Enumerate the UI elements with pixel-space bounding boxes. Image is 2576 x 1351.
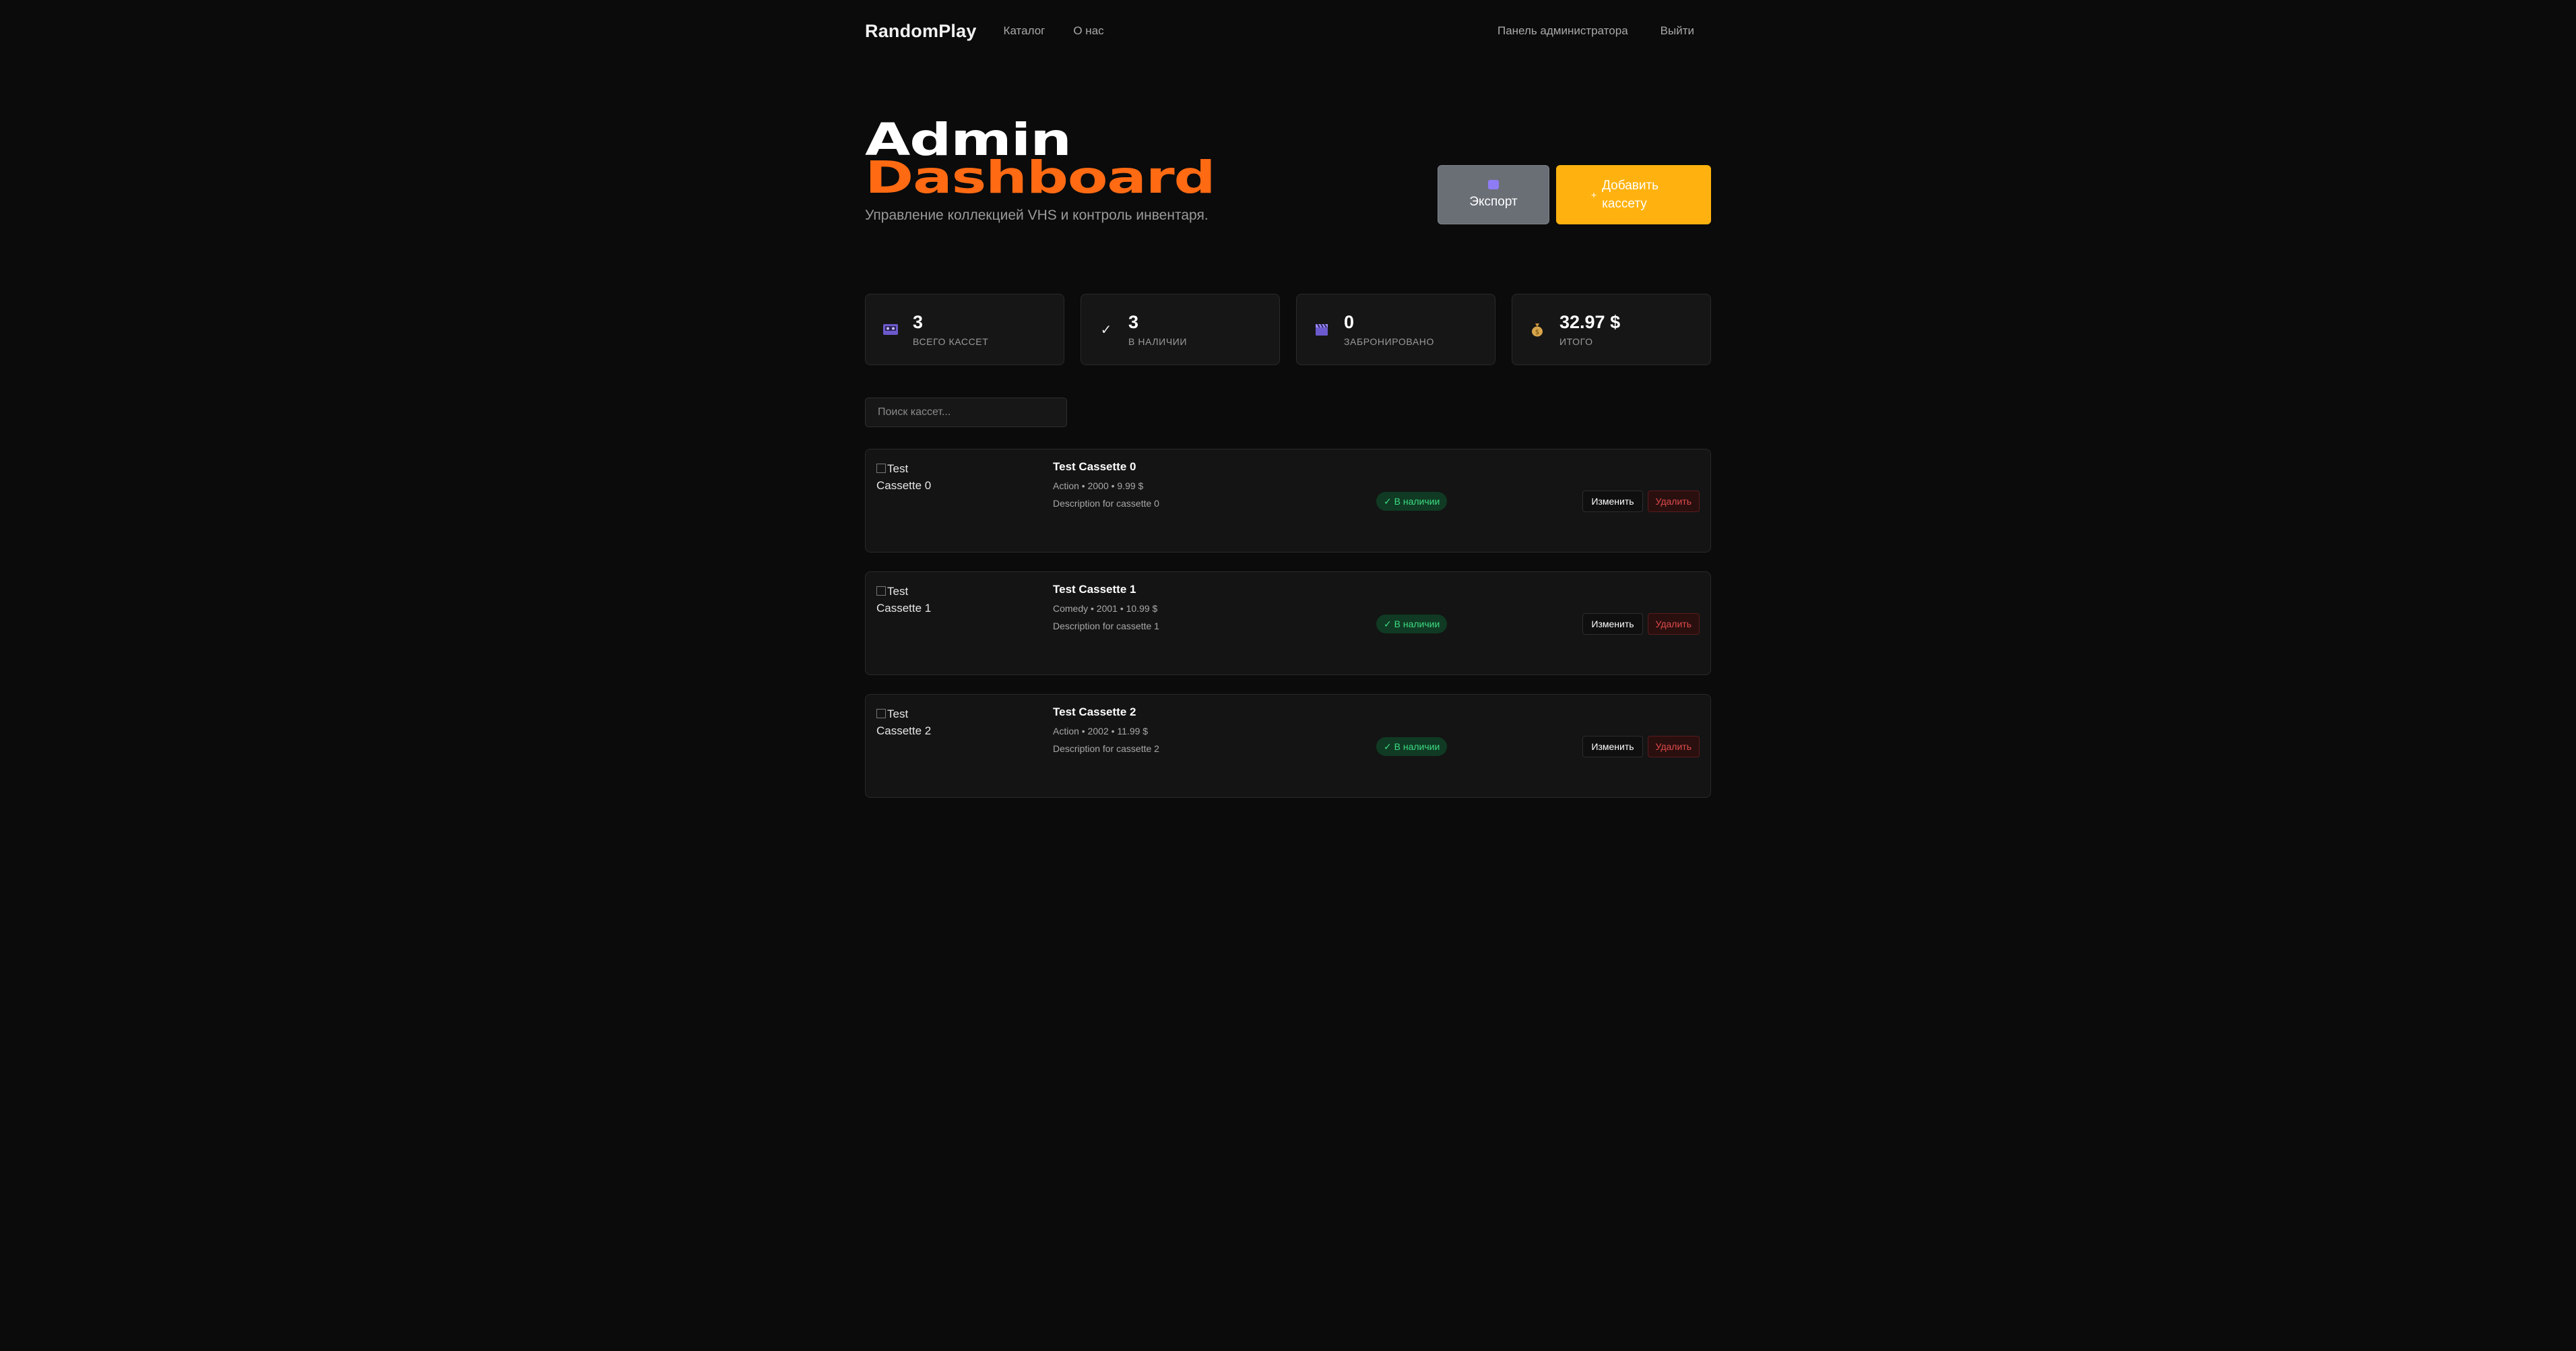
export-button-label: Экспорт (1469, 195, 1518, 209)
stat-card-total-value: $ 32.97 $ ИТОГО (1512, 294, 1711, 365)
cassette-info: Test Cassette 0 Action • 2000 • 9.99 $ D… (1053, 460, 1159, 509)
nav-link-logout[interactable]: Выйти (1661, 24, 1694, 38)
row-actions: Изменить Удалить (1582, 491, 1700, 512)
add-cassette-label: Добавить кассету (1602, 179, 1659, 211)
nav-right-group: Панель администратора Выйти (1465, 24, 1694, 38)
broken-image-icon (876, 464, 886, 473)
delete-button[interactable]: Удалить (1647, 491, 1700, 512)
brand-logo[interactable]: RandomPlay (865, 21, 977, 42)
edit-button[interactable]: Изменить (1582, 491, 1643, 512)
check-icon: ✓ (1100, 322, 1112, 338)
export-icon (1488, 180, 1499, 189)
stat-label-total: ВСЕГО КАССЕТ (913, 336, 989, 347)
list-item: Test Cassette 1 Test Cassette 1 Comedy •… (865, 571, 1711, 675)
page-subtitle: Управление коллекцией VHS и контроль инв… (865, 208, 1209, 223)
cassette-title: Test Cassette 1 (1053, 583, 1136, 596)
edit-button[interactable]: Изменить (1582, 613, 1643, 635)
export-button[interactable]: Экспорт (1438, 165, 1549, 224)
cassette-meta: Action • 2002 • 11.99 $ (1053, 726, 1149, 736)
hero-section: Admin Dashboard (865, 62, 1711, 264)
clapperboard-icon (1314, 322, 1329, 337)
stat-value-available: 3 (1128, 312, 1139, 332)
status-badge: ✓ В наличии (1376, 492, 1448, 511)
list-item: Test Cassette 0 Test Cassette 0 Action •… (865, 449, 1711, 553)
status-badge: ✓ В наличии (1376, 615, 1448, 633)
stat-card-available: ✓ 3 В НАЛИЧИИ (1081, 294, 1280, 365)
row-actions: Изменить Удалить (1582, 613, 1700, 635)
stat-value-reserved: 0 (1344, 312, 1355, 332)
hero-actions: Экспорт + Добавить кассету (1438, 165, 1711, 224)
cassette-info: Test Cassette 2 Action • 2002 • 11.99 $ … (1053, 705, 1159, 754)
cassette-description: Description for cassette 2 (1053, 743, 1159, 754)
edit-button[interactable]: Изменить (1582, 736, 1643, 757)
stat-label-available: В НАЛИЧИИ (1128, 336, 1188, 347)
cassette-title: Test Cassette 0 (1053, 460, 1136, 473)
nav-link-catalog[interactable]: Каталог (1004, 24, 1045, 38)
money-bag-icon: $ (1530, 322, 1545, 337)
stat-value-total-value: 32.97 $ (1559, 312, 1621, 332)
page-title: Admin Dashboard (865, 118, 1216, 203)
delete-button[interactable]: Удалить (1647, 736, 1700, 757)
cassette-icon (883, 322, 898, 337)
broken-image-icon (876, 709, 886, 718)
cassette-title: Test Cassette 2 (1053, 705, 1136, 718)
cassette-info: Test Cassette 1 Comedy • 2001 • 10.99 $ … (1053, 583, 1159, 631)
stat-card-reserved: 0 ЗАБРОНИРОВАНО (1296, 294, 1495, 365)
stat-value-total: 3 (913, 312, 924, 332)
add-cassette-button[interactable]: + Добавить кассету (1556, 165, 1711, 224)
svg-text:$: $ (1535, 329, 1539, 336)
search-input[interactable] (865, 398, 1067, 427)
cassette-image: Test Cassette 2 (876, 705, 937, 739)
cassette-meta: Action • 2000 • 9.99 $ (1053, 480, 1144, 491)
plus-icon: + (1590, 189, 1597, 200)
cassette-meta: Comedy • 2001 • 10.99 $ (1053, 603, 1158, 614)
cassette-description: Description for cassette 1 (1053, 621, 1159, 631)
cassette-image: Test Cassette 0 (876, 460, 937, 494)
nav-link-about[interactable]: О нас (1073, 24, 1103, 38)
cassette-description: Description for cassette 0 (1053, 498, 1159, 509)
top-nav: RandomPlay Каталог О нас Панель админист… (865, 0, 1711, 62)
list-item: Test Cassette 2 Test Cassette 2 Action •… (865, 694, 1711, 798)
stat-label-total-value: ИТОГО (1559, 336, 1593, 347)
stat-card-total: 3 ВСЕГО КАССЕТ (865, 294, 1064, 365)
stat-label-reserved: ЗАБРОНИРОВАНО (1344, 336, 1435, 347)
page-container: RandomPlay Каталог О нас Панель админист… (865, 0, 1711, 798)
stats-row: 3 ВСЕГО КАССЕТ ✓ 3 В НАЛИЧИИ 0 ЗАБРОНИРО… (865, 294, 1711, 365)
status-badge: ✓ В наличии (1376, 737, 1448, 756)
cassette-list: Test Cassette 0 Test Cassette 0 Action •… (865, 449, 1711, 817)
page-title-line2: Dashboard (865, 152, 1216, 203)
cassette-image: Test Cassette 1 (876, 583, 937, 617)
row-actions: Изменить Удалить (1582, 736, 1700, 757)
broken-image-icon (876, 586, 886, 596)
nav-link-admin-panel[interactable]: Панель администратора (1498, 24, 1628, 38)
delete-button[interactable]: Удалить (1647, 613, 1700, 635)
